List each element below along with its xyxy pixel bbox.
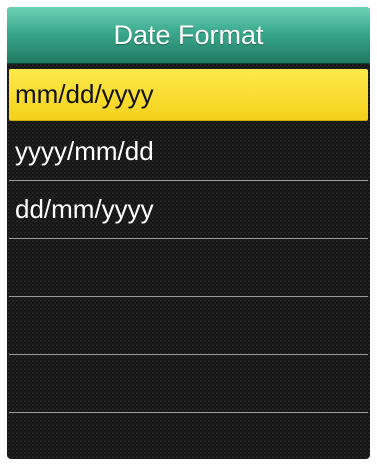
option-dd-mm-yyyy[interactable]: dd/mm/yyyy [9, 181, 368, 239]
empty-row [9, 355, 368, 413]
option-mm-dd-yyyy[interactable]: mm/dd/yyyy [9, 69, 368, 121]
device-screen: Date Format mm/dd/yyyy yyyy/mm/dd dd/mm/… [7, 7, 370, 459]
empty-row [9, 297, 368, 355]
empty-row [9, 239, 368, 297]
screen-title: Date Format [7, 7, 370, 64]
empty-row [9, 413, 368, 459]
option-yyyy-mm-dd[interactable]: yyyy/mm/dd [9, 123, 368, 181]
date-format-list: mm/dd/yyyy yyyy/mm/dd dd/mm/yyyy [7, 65, 370, 459]
device-frame: Date Format mm/dd/yyyy yyyy/mm/dd dd/mm/… [0, 0, 377, 466]
